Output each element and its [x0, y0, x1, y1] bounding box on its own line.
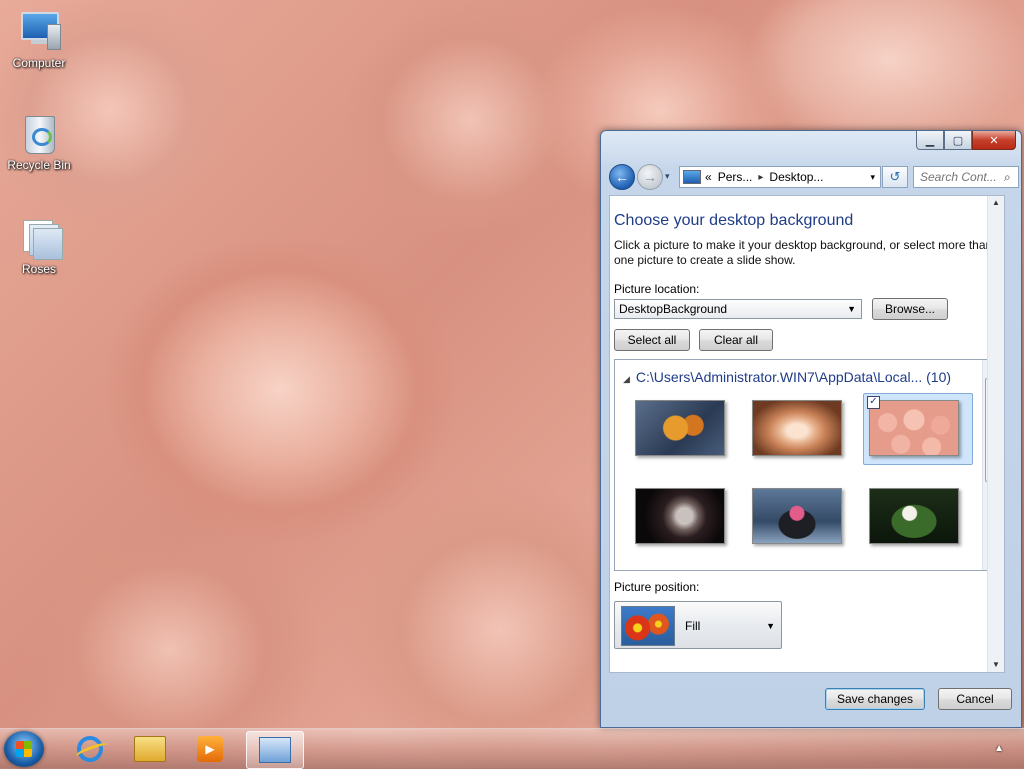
close-button[interactable]: ✕: [972, 131, 1016, 150]
search-icon[interactable]: ⌕: [1004, 170, 1011, 185]
content-scrollbar[interactable]: ▲ ▼: [987, 196, 1004, 672]
windows-logo-icon: [16, 741, 32, 757]
desktop-icon-label: Roses: [21, 262, 56, 276]
folder-icon: [134, 736, 166, 762]
address-bar[interactable]: « Pers... ▸ Desktop... ▾: [679, 166, 881, 188]
breadcrumb-desktop-background[interactable]: Desktop...: [769, 170, 823, 184]
taskbar-control-panel[interactable]: [246, 731, 304, 769]
maximize-button[interactable]: ▢: [944, 131, 972, 150]
recent-pages-dropdown[interactable]: ▾: [665, 171, 670, 182]
window-controls: ▁ ▢ ✕: [916, 131, 1016, 150]
computer-icon: [17, 10, 61, 52]
thumbnail-rose-closeup[interactable]: [752, 400, 842, 456]
desktop-icon-label: Computer: [12, 56, 66, 70]
desktop-icon-roses[interactable]: Roses: [2, 216, 76, 276]
content-pane: Choose your desktop background Click a p…: [609, 195, 1005, 673]
search-box[interactable]: ⌕: [913, 166, 1019, 188]
chevron-down-icon: ▼: [766, 621, 775, 631]
thumbnail-pink-flower-stones[interactable]: [752, 488, 842, 544]
back-button[interactable]: ←: [609, 164, 635, 190]
address-chevron[interactable]: «: [705, 170, 712, 184]
thumbnail-white-rose-garden[interactable]: [869, 488, 959, 544]
clear-all-button[interactable]: Clear all: [699, 329, 773, 351]
browse-button[interactable]: Browse...: [872, 298, 948, 320]
media-player-icon: ▶: [197, 736, 223, 762]
cancel-button[interactable]: Cancel: [938, 688, 1012, 710]
search-input[interactable]: [914, 169, 1004, 185]
picture-location-value: DesktopBackground: [619, 302, 728, 316]
minimize-button[interactable]: ▁: [916, 131, 944, 150]
desktop-icon-recycle-bin[interactable]: Recycle Bin: [2, 112, 76, 172]
picture-location-select[interactable]: DesktopBackground ▼: [614, 299, 862, 319]
thumbnail-pink-roses[interactable]: [869, 400, 959, 456]
desktop-background-window: ▁ ▢ ✕ ← → ▾ « Pers... ▸ Desktop... ▾ ↺ ⌕…: [600, 130, 1022, 728]
control-panel-icon: [259, 737, 291, 763]
thumbnail-checkbox[interactable]: ✓: [867, 396, 880, 409]
taskbar-media-player[interactable]: ▶: [182, 731, 238, 767]
page-title: Choose your desktop background: [614, 212, 854, 229]
recycle-bin-icon: [17, 112, 61, 154]
desktop-icon-computer[interactable]: Computer: [2, 10, 76, 70]
address-dropdown-icon[interactable]: ▾: [870, 172, 875, 183]
picture-position-value: Fill: [685, 619, 701, 633]
collapse-triangle-icon[interactable]: ◢: [623, 374, 630, 384]
thumbnail-dark-rose[interactable]: [635, 488, 725, 544]
gallery-group-count: (10): [926, 369, 952, 385]
breadcrumb-separator[interactable]: ▸: [758, 172, 763, 183]
start-button[interactable]: [4, 731, 44, 767]
breadcrumb-personalization[interactable]: Pers...: [718, 170, 753, 184]
control-panel-icon: [683, 170, 701, 184]
picture-gallery: ◢ C:\Users\Administrator.WIN7\AppData\Loc…: [614, 359, 1000, 571]
refresh-button[interactable]: ↺: [882, 166, 908, 188]
taskbar-internet-explorer[interactable]: [62, 731, 118, 767]
taskbar-windows-explorer[interactable]: [122, 731, 178, 767]
internet-explorer-icon: [77, 736, 103, 762]
show-hidden-icons-arrow[interactable]: ▲: [994, 743, 1004, 754]
forward-button[interactable]: →: [637, 164, 663, 190]
desktop-icon-label: Recycle Bin: [7, 158, 71, 172]
save-changes-button[interactable]: Save changes: [825, 688, 925, 710]
taskbar: ▶ ▲: [0, 728, 1024, 769]
navigation-bar: ← → ▾ « Pers... ▸ Desktop... ▾ ↺ ⌕: [609, 163, 1019, 190]
thumbnail-roses-on-blue[interactable]: [635, 400, 725, 456]
select-all-button[interactable]: Select all: [614, 329, 690, 351]
page-description: Click a picture to make it your desktop …: [614, 238, 993, 267]
picture-location-label: Picture location:: [614, 282, 700, 296]
picture-position-select[interactable]: Fill ▼: [614, 601, 782, 649]
theme-file-icon: [17, 216, 63, 260]
gallery-group-title: C:\Users\Administrator.WIN7\AppData\Loca…: [635, 369, 923, 385]
picture-position-label: Picture position:: [614, 580, 700, 594]
position-preview-image: [621, 606, 675, 646]
scroll-up-arrow[interactable]: ▲: [988, 196, 1004, 210]
scroll-down-arrow[interactable]: ▼: [988, 658, 1004, 672]
chevron-down-icon: ▼: [847, 304, 856, 314]
gallery-group-header[interactable]: ◢ C:\Users\Administrator.WIN7\AppData\Loc…: [623, 369, 951, 385]
